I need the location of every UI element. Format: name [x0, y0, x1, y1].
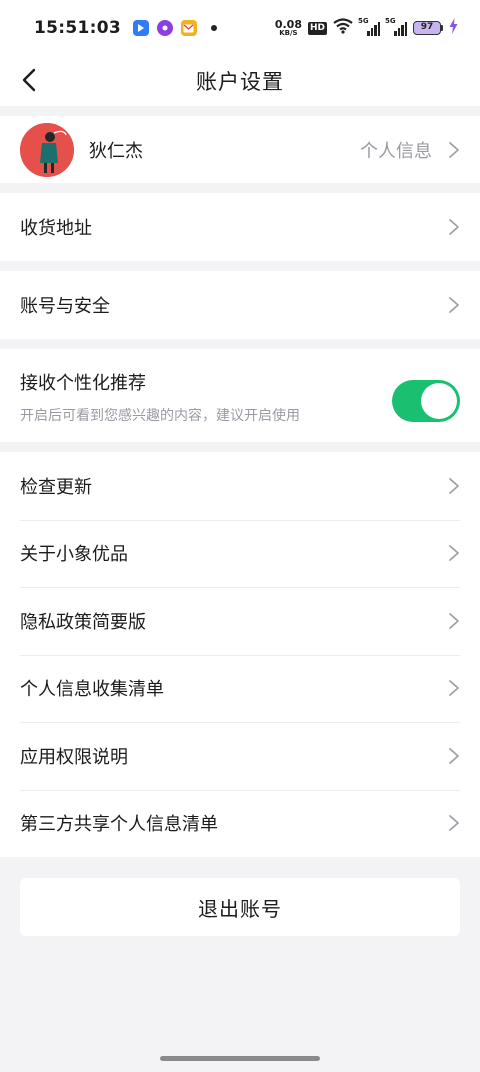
list-item[interactable]: 第三方共享个人信息清单 — [0, 790, 480, 858]
chevron-right-icon — [449, 219, 459, 235]
signal-sim1-icon: 5G — [358, 17, 380, 36]
list-item-label: 关于小象优品 — [20, 544, 128, 566]
list-item[interactable]: 检查更新 — [0, 452, 480, 520]
profile-row[interactable]: 狄仁杰 个人信息 — [0, 116, 480, 183]
list-item-label: 隐私政策简要版 — [20, 611, 146, 633]
back-arrow-icon — [22, 68, 36, 92]
back-button[interactable] — [14, 62, 44, 98]
status-time: 15:51:03 — [34, 18, 121, 38]
logout-button[interactable]: 退出账号 — [20, 878, 460, 936]
chevron-right-icon — [449, 477, 459, 494]
list-item[interactable]: 应用权限说明 — [0, 722, 480, 790]
address-label: 收货地址 — [20, 218, 92, 239]
account-security-label: 账号与安全 — [20, 296, 110, 317]
system-status-icons: 0.08 KB/S HD 5G 5G 97 — [275, 17, 458, 38]
sim1-tag: 5G — [358, 17, 369, 25]
hd-icon: HD — [307, 21, 327, 35]
profile-name: 狄仁杰 — [89, 140, 143, 162]
status-bar: 15:51:03 0.08 KB/S HD 5G 5G 97 — [0, 0, 480, 56]
list-item-label: 第三方共享个人信息清单 — [20, 814, 218, 836]
chevron-right-icon — [449, 297, 459, 313]
personalized-description: 开启后可看到您感兴趣的内容，建议开启使用 — [20, 408, 300, 424]
app-notification-icon — [156, 20, 173, 36]
chevron-right-icon — [449, 545, 459, 562]
list-item-label: 检查更新 — [20, 476, 92, 498]
wifi-icon — [333, 18, 353, 38]
info-list: 检查更新关于小象优品 隐私政策简要版 个人信息收集清单 应用权限说明第三方共享个人信息… — [0, 452, 480, 857]
personalized-recommendation-row: 接收个性化推荐 开启后可看到您感兴趣的内容，建议开启使用 — [0, 349, 480, 442]
list-item[interactable]: 隐私政策简要版 — [0, 587, 480, 655]
notification-icons — [132, 20, 217, 36]
battery-icon: 97 — [413, 21, 443, 35]
list-item-label: 个人信息收集清单 — [20, 679, 164, 701]
list-item[interactable]: 关于小象优品 — [0, 520, 480, 588]
app-notification-icon — [132, 20, 149, 36]
chevron-right-icon — [449, 612, 459, 629]
battery-level: 97 — [413, 21, 441, 35]
sim2-tag: 5G — [385, 17, 396, 25]
home-indicator[interactable] — [160, 1056, 320, 1061]
more-notifications-dot — [210, 25, 217, 31]
list-item[interactable]: 个人信息收集清单 — [0, 655, 480, 723]
charging-icon — [449, 18, 458, 38]
personal-info-link[interactable]: 个人信息 — [360, 137, 432, 163]
avatar — [20, 122, 74, 177]
signal-sim2-icon: 5G — [385, 17, 407, 36]
address-row[interactable]: 收货地址 — [0, 193, 480, 261]
personalized-toggle[interactable] — [392, 380, 460, 422]
chevron-right-icon — [449, 747, 459, 764]
mail-notification-icon — [180, 20, 197, 36]
net-speed: 0.08 KB/S — [275, 19, 302, 37]
list-item-label: 应用权限说明 — [20, 746, 128, 768]
nav-header: 账户设置 — [0, 56, 480, 106]
personalized-title: 接收个性化推荐 — [20, 373, 146, 394]
account-security-row[interactable]: 账号与安全 — [0, 271, 480, 339]
chevron-right-icon — [449, 141, 459, 158]
chevron-right-icon — [449, 680, 459, 697]
net-speed-unit: KB/S — [279, 29, 298, 37]
chevron-right-icon — [449, 815, 459, 832]
toggle-knob — [421, 383, 457, 419]
page-title: 账户设置 — [196, 70, 284, 94]
